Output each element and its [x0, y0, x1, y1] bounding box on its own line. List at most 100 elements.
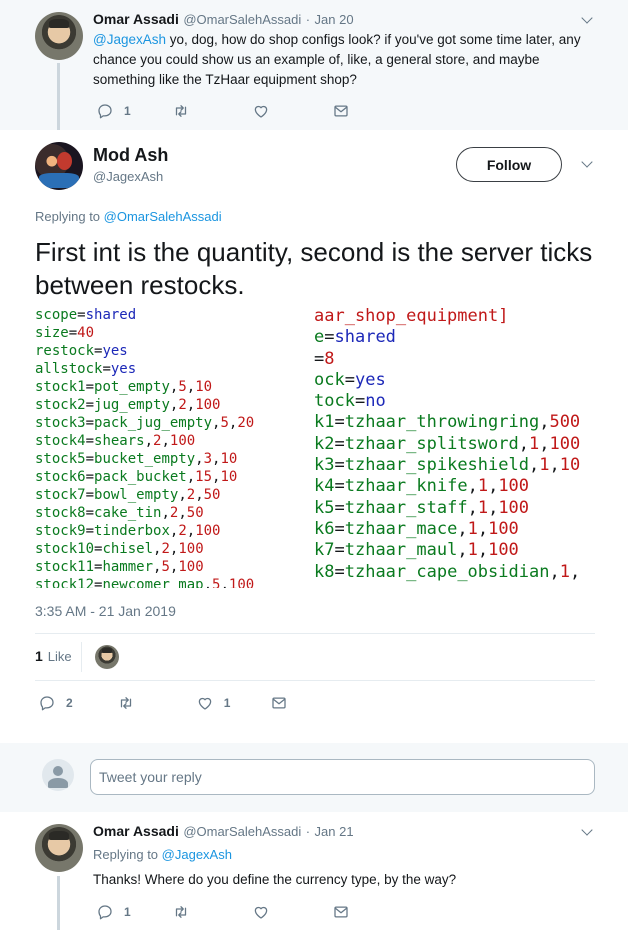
dm-button[interactable]: [332, 102, 350, 120]
tweet-text: Thanks! Where do you define the currency…: [93, 872, 457, 887]
reply-count: 1: [124, 905, 131, 919]
tweet-image[interactable]: scope=shared size=40 restock=yes allstock=y…: [35, 306, 595, 588]
code-token: ,: [569, 561, 581, 582]
author-name[interactable]: Mod Ash: [93, 145, 168, 166]
code-token: ,: [549, 561, 560, 582]
heart-icon: [198, 697, 211, 710]
reply-button[interactable]: 1: [96, 102, 131, 120]
code-token: ,: [467, 497, 478, 518]
code-token: =: [334, 518, 345, 539]
reply-tweet[interactable]: Omar Assadi @OmarSalehAssadi · Jan 21 Re…: [0, 812, 628, 930]
code-token: tzhaar_knife: [344, 476, 468, 497]
code-token: 100: [195, 523, 221, 539]
code-left-line: stock3=pack_jug_empty,5,20: [35, 414, 254, 432]
code-token: =: [85, 379, 95, 395]
code-token: =: [334, 433, 345, 454]
likes-label: Like: [47, 648, 72, 664]
code-token: stock8: [35, 505, 86, 521]
reply-button[interactable]: 1: [96, 903, 131, 921]
author-handle[interactable]: @OmarSalehAssadi: [183, 824, 301, 839]
code-token: ,: [161, 505, 170, 521]
retweet-button[interactable]: [172, 903, 190, 921]
code-token: ,: [144, 433, 154, 449]
tweet-actions: 1: [96, 903, 350, 921]
dm-button[interactable]: [270, 694, 288, 712]
code-token: 2: [186, 487, 196, 503]
retweet-icon: [175, 105, 186, 117]
code-token: ,: [518, 433, 529, 454]
code-token: tzhaar_maul: [344, 540, 458, 561]
mail-icon: [334, 906, 348, 918]
reply-input[interactable]: [90, 759, 595, 795]
code-token: tzhaar_cape_obsidian: [344, 561, 550, 582]
code-token: 20: [237, 415, 255, 431]
chevron-down-icon[interactable]: [581, 826, 593, 838]
retweet-icon: [175, 906, 186, 918]
code-token: stock10: [35, 541, 95, 557]
replying-label: Replying to: [35, 209, 101, 224]
author-handle[interactable]: @OmarSalehAssadi: [183, 12, 301, 27]
reply-button[interactable]: 2: [38, 694, 73, 712]
mention-link[interactable]: @JagexAsh: [162, 847, 232, 862]
tweet-header: Omar Assadi @OmarSalehAssadi · Jan 20: [93, 11, 354, 29]
code-token: 8: [324, 348, 335, 369]
author-name[interactable]: Omar Assadi: [93, 11, 179, 27]
like-button[interactable]: [252, 102, 270, 120]
code-token: tock: [314, 391, 355, 412]
like-button[interactable]: 1: [196, 694, 230, 712]
avatar[interactable]: [35, 142, 83, 190]
code-token: 1: [477, 497, 489, 518]
mention-link[interactable]: @JagexAsh: [93, 32, 166, 47]
follow-button[interactable]: Follow: [456, 147, 562, 182]
code-token: 40: [77, 325, 95, 341]
retweet-icon: [120, 697, 131, 709]
avatar[interactable]: [35, 824, 83, 872]
code-right-line: aar_shop_equipment]: [314, 306, 580, 327]
retweet-button[interactable]: [172, 102, 190, 120]
code-token: 15: [195, 469, 213, 485]
code-token: =: [354, 391, 366, 412]
chevron-down-icon[interactable]: [581, 14, 593, 26]
tweet-actions: 2 1: [38, 694, 288, 712]
code-token: =: [314, 348, 325, 369]
liker-avatar[interactable]: [95, 645, 119, 669]
code-token: ,: [467, 476, 478, 497]
code-token: 5: [220, 415, 229, 431]
code-right-line: k6=tzhaar_mace,1,100: [314, 519, 580, 540]
code-token: ,: [203, 577, 213, 588]
code-token: cake_tin: [94, 505, 162, 521]
chevron-down-icon[interactable]: [581, 158, 593, 170]
dm-button[interactable]: [332, 903, 350, 921]
avatar[interactable]: [35, 12, 83, 60]
tweet-date[interactable]: Jan 20: [315, 12, 354, 27]
tweet-date[interactable]: Jan 21: [315, 824, 354, 839]
code-token: ,: [195, 451, 204, 467]
thread-line: [57, 63, 60, 130]
code-token: 100: [498, 497, 530, 518]
code-token: tinderbox: [94, 523, 170, 539]
mention-link[interactable]: @OmarSalehAssadi: [104, 209, 222, 224]
code-token: ,: [457, 540, 468, 561]
likes-summary[interactable]: 1 Like: [35, 640, 72, 672]
code-right-line: tock=no: [314, 391, 580, 412]
code-token: newcomer_map: [102, 577, 204, 588]
author-handle[interactable]: @JagexAsh: [93, 169, 163, 184]
code-token: ,: [186, 379, 196, 395]
heart-icon: [254, 906, 267, 919]
reply-icon: [98, 905, 112, 920]
code-token: size: [35, 325, 69, 341]
code-token: pack_bucket: [94, 469, 187, 485]
like-button[interactable]: [252, 903, 270, 921]
tweet-timestamp[interactable]: 3:35 AM - 21 Jan 2019: [35, 603, 176, 619]
parent-tweet[interactable]: Omar Assadi @OmarSalehAssadi · Jan 20 @J…: [0, 0, 628, 130]
code-token: ,: [539, 412, 550, 433]
code-token: stock6: [35, 469, 86, 485]
code-token: k7: [314, 540, 335, 561]
code-token: =: [334, 455, 345, 476]
code-token: k6: [314, 518, 335, 539]
code-left: scope=shared size=40 restock=yes allstock=y…: [35, 306, 254, 588]
code-token: k2: [314, 433, 335, 454]
author-name[interactable]: Omar Assadi: [93, 823, 179, 839]
retweet-button[interactable]: [117, 694, 135, 712]
code-token: ,: [477, 518, 489, 539]
